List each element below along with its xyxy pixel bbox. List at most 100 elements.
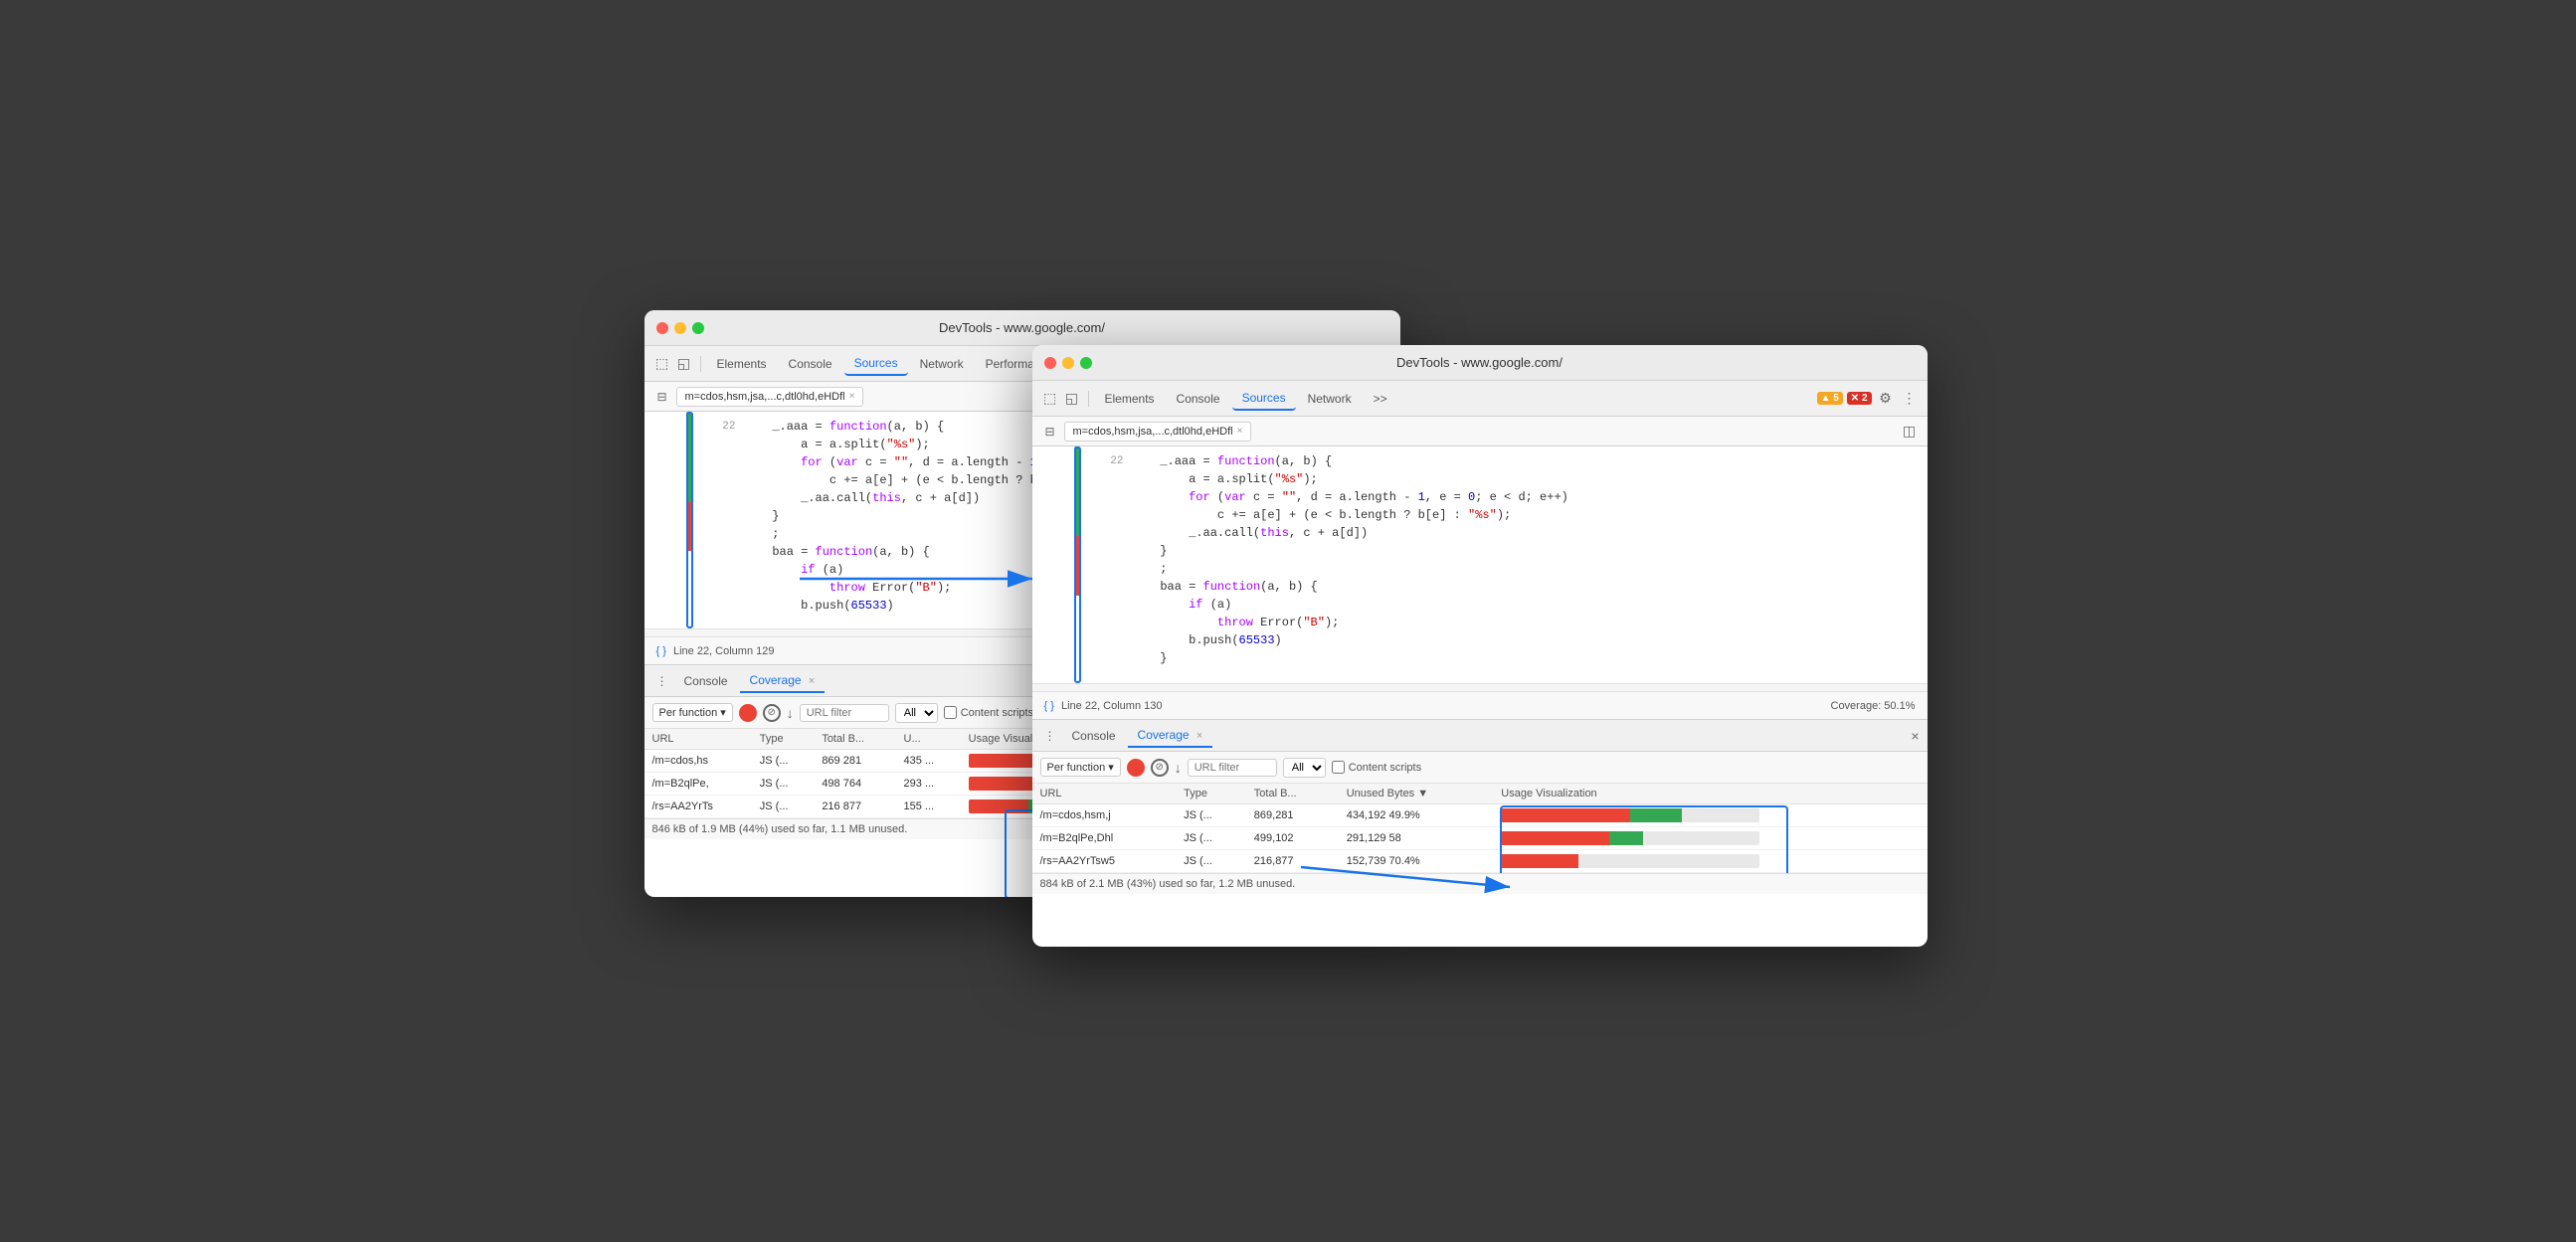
right-collapse-panel-icon[interactable]: ◫	[1900, 422, 1920, 442]
right-code-line-10: throw Error("B");	[1092, 614, 1920, 631]
left-coverage-tab[interactable]: Coverage ×	[740, 669, 826, 693]
right-table-row-1[interactable]: /m=cdos,hsm,j JS (... 869,281 434,192 49…	[1032, 804, 1928, 827]
inspect-icon[interactable]: ◱	[674, 354, 694, 374]
right-row3-unused: 152,739 70.4%	[1339, 850, 1494, 873]
col-type: Type	[752, 729, 815, 750]
clear-button[interactable]: ⊘	[763, 704, 781, 722]
download-button[interactable]: ↓	[787, 705, 794, 721]
right-content-scripts-checkbox[interactable]	[1332, 761, 1345, 774]
right-col-type: Type	[1176, 784, 1246, 804]
right-coverage-tab[interactable]: Coverage ×	[1128, 724, 1213, 748]
right-file-tab-bar: ⊟ m=cdos,hsm,jsa,...c,dtl0hd,eHDfl × ◫	[1032, 417, 1928, 446]
right-code-line-6: }	[1092, 542, 1920, 560]
row1-total: 869 281	[814, 750, 895, 773]
right-status-bar: { } Line 22, Column 130 Coverage: 50.1%	[1032, 691, 1928, 719]
maximize-button[interactable]	[692, 322, 704, 334]
left-status-left: { } Line 22, Column 129	[656, 645, 775, 657]
error-badge: ✕ 2	[1847, 392, 1872, 405]
right-coverage-table: URL Type Total B... Unused Bytes ▼ Usage…	[1032, 784, 1928, 873]
left-file-tab[interactable]: m=cdos,hsm,jsa,...c,dtl0hd,eHDfl ×	[676, 387, 864, 407]
tab-elements[interactable]: Elements	[707, 353, 777, 375]
right-tab-console[interactable]: Console	[1167, 388, 1230, 410]
right-row3-viz	[1493, 850, 1927, 873]
row3-unused: 155 ...	[896, 796, 961, 818]
right-maximize-button[interactable]	[1080, 357, 1092, 369]
right-cursor-icon[interactable]: ⬚	[1040, 389, 1060, 409]
toolbar-separator-1	[700, 356, 701, 372]
right-panel-tab-bar: ⋮ Console Coverage × ×	[1032, 720, 1928, 752]
row2-unused: 293 ...	[896, 773, 961, 796]
close-button[interactable]	[656, 322, 668, 334]
file-tab-close[interactable]: ×	[849, 391, 855, 402]
right-tab-more[interactable]: >>	[1364, 388, 1397, 410]
minimize-button[interactable]	[674, 322, 686, 334]
right-brace-icon: { }	[1044, 700, 1054, 712]
sidebar-toggle[interactable]: ⊟	[652, 387, 672, 407]
right-console-tab[interactable]: Console	[1062, 725, 1126, 747]
record-button[interactable]	[739, 704, 757, 722]
right-table-row-2[interactable]: /m=B2qlPe,Dhl JS (... 499,102 291,129 58	[1032, 827, 1928, 850]
content-scripts-checkbox[interactable]	[944, 706, 957, 719]
right-row1-unused: 434,192 49.9%	[1339, 804, 1494, 827]
row1-url: /m=cdos,hs	[644, 750, 752, 773]
right-footer-text: 884 kB of 2.1 MB (43%) used so far, 1.2 …	[1040, 878, 1296, 890]
row3-total: 216 877	[814, 796, 895, 818]
gutter-red	[686, 501, 692, 551]
right-code-line-11: b.push(65533)	[1092, 631, 1920, 649]
right-tab-network[interactable]: Network	[1298, 388, 1362, 410]
all-dropdown[interactable]: All	[895, 703, 938, 723]
right-inspect-icon[interactable]: ◱	[1062, 389, 1082, 409]
col-total: Total B...	[814, 729, 895, 750]
tab-network[interactable]: Network	[910, 353, 974, 375]
right-file-tab[interactable]: m=cdos,hsm,jsa,...c,dtl0hd,eHDfl ×	[1064, 422, 1252, 442]
right-table-row-3[interactable]: /rs=AA2YrTsw5 JS (... 216,877 152,739 70…	[1032, 850, 1928, 873]
right-toolbar-separator	[1088, 391, 1089, 407]
left-console-tab[interactable]: Console	[674, 670, 738, 692]
right-url-filter-input[interactable]	[1188, 759, 1277, 777]
right-record-button[interactable]	[1127, 759, 1145, 777]
right-col-unused: Unused Bytes ▼	[1339, 784, 1494, 804]
col-url: URL	[644, 729, 752, 750]
right-code-editor: 22 _.aaa = function(a, b) { a = a.split(…	[1032, 446, 1928, 683]
right-all-dropdown[interactable]: All	[1283, 758, 1326, 778]
right-more-icon[interactable]: ⋮	[1900, 389, 1920, 409]
right-close-button[interactable]	[1044, 357, 1056, 369]
right-sidebar-toggle[interactable]: ⊟	[1040, 422, 1060, 442]
panel-menu-icon[interactable]: ⋮	[652, 671, 672, 691]
right-minimize-button[interactable]	[1062, 357, 1074, 369]
right-tab-elements[interactable]: Elements	[1095, 388, 1165, 410]
per-function-dropdown[interactable]: Per function ▾	[652, 703, 733, 722]
tab-sources[interactable]: Sources	[844, 352, 908, 376]
right-per-function-dropdown[interactable]: Per function ▾	[1040, 758, 1121, 777]
right-row1-type: JS (...	[1176, 804, 1246, 827]
right-panel-close-btn[interactable]: ×	[1911, 728, 1919, 744]
right-gutter-red	[1074, 536, 1080, 596]
right-panel-menu-icon[interactable]: ⋮	[1040, 726, 1060, 746]
right-code-line-3: for (var c = "", d = a.length - 1, e = 0…	[1092, 488, 1920, 506]
content-scripts-label: Content scripts	[944, 706, 1033, 719]
gutter-green	[686, 412, 692, 501]
right-content-scripts-label: Content scripts	[1332, 761, 1421, 774]
coverage-tab-close[interactable]: ×	[809, 675, 815, 687]
per-function-label: Per function	[659, 707, 718, 719]
right-col-total: Total B...	[1246, 784, 1339, 804]
right-row1-url: /m=cdos,hsm,j	[1032, 804, 1177, 827]
right-gear-icon[interactable]: ⚙	[1876, 389, 1896, 409]
right-download-button[interactable]: ↓	[1175, 760, 1182, 776]
right-row2-total: 499,102	[1246, 827, 1339, 850]
right-code-line-4: c += a[e] + (e < b.length ? b[e] : "%s")…	[1092, 506, 1920, 524]
right-coverage-tab-close[interactable]: ×	[1196, 730, 1202, 742]
right-row1-viz	[1493, 804, 1927, 827]
tab-console[interactable]: Console	[779, 353, 842, 375]
right-file-tab-close[interactable]: ×	[1237, 426, 1243, 437]
right-toolbar: ⬚ ◱ Elements Console Sources Network >> …	[1032, 381, 1928, 417]
right-clear-button[interactable]: ⊘	[1151, 759, 1169, 777]
right-horizontal-scrollbar[interactable]	[1032, 683, 1928, 691]
right-code-line-7: ;	[1092, 560, 1920, 578]
cursor-icon[interactable]: ⬚	[652, 354, 672, 374]
right-code-line-2: a = a.split("%s");	[1092, 470, 1920, 488]
right-code-lines: 22 _.aaa = function(a, b) { a = a.split(…	[1032, 450, 1928, 669]
url-filter-input[interactable]	[800, 704, 889, 722]
right-coverage-gutter	[1074, 446, 1081, 683]
right-tab-sources[interactable]: Sources	[1232, 387, 1296, 411]
